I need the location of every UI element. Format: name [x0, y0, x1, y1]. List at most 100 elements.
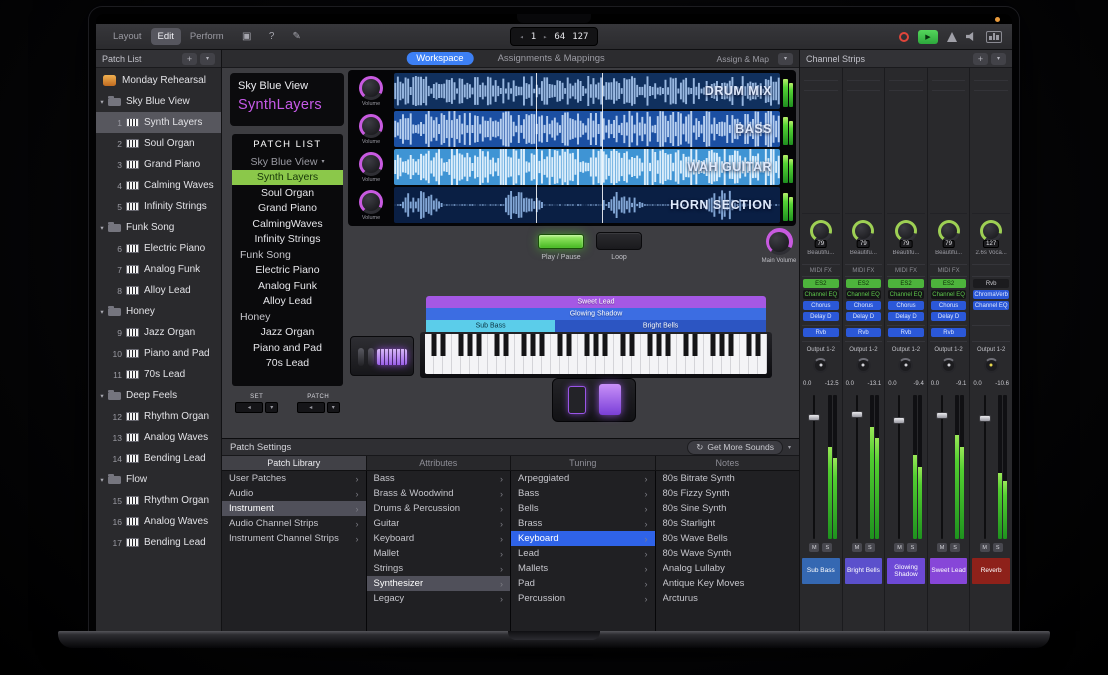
main-volume-knob[interactable] [766, 228, 793, 255]
workspace-tab[interactable]: Assignments & Mappings [488, 52, 615, 65]
fader-handle[interactable] [936, 412, 948, 419]
solo-button[interactable]: S [993, 543, 1003, 552]
workspace-options-button[interactable]: ▾ [778, 53, 793, 65]
patch-prev-button[interactable]: ◂ [297, 402, 325, 413]
fader-handle[interactable] [893, 417, 905, 424]
patch-list-row[interactable]: ▾ Funk Song [96, 217, 221, 238]
instrument-slot[interactable]: ES2 [803, 279, 839, 288]
disclosure-triangle-icon[interactable]: ▾ [96, 308, 108, 316]
patch-list-row[interactable]: ▾ 1 Synth Layers [96, 112, 221, 133]
fader-handle[interactable] [851, 411, 863, 418]
patch-list-row[interactable]: ▾ 4 Calming Waves [96, 175, 221, 196]
pan-knob[interactable] [984, 358, 999, 373]
library-item[interactable]: Arpeggiated › [511, 471, 655, 486]
patch-settings-tab[interactable]: Notes [656, 456, 800, 470]
main-volume-control[interactable]: Main Volume [752, 228, 799, 264]
patch-list-row[interactable]: ▾ 16 Analog Waves [96, 511, 221, 532]
screen-patch-item[interactable]: Funk Song [232, 247, 343, 263]
library-item[interactable]: Arcturus › [656, 591, 800, 606]
strip-knob[interactable] [895, 220, 917, 242]
mute-button[interactable]: M [894, 543, 904, 552]
workspace-tab[interactable]: Workspace [406, 52, 473, 65]
audio-fx-slot-eq[interactable]: Channel EQ [888, 290, 924, 299]
patch-settings-tab[interactable]: Patch Library [222, 456, 367, 470]
layer-bright-bells[interactable]: Bright Bells [555, 320, 766, 332]
library-item[interactable]: Brass & Woodwind › [367, 486, 511, 501]
waveform[interactable]: DRUM MIX [394, 73, 780, 109]
waveform[interactable]: WAH GUITAR [394, 149, 780, 185]
mode-button[interactable]: Layout [106, 28, 149, 45]
audio-fx-slot-1[interactable]: Chorus [931, 301, 967, 310]
patch-list-row[interactable]: ▾ 5 Infinity Strings [96, 196, 221, 217]
patch-list-row[interactable]: ▾ 3 Grand Piano [96, 154, 221, 175]
screen-patch-item[interactable]: Electric Piano [232, 263, 343, 279]
channel-strips-action-menu[interactable]: ▾ [991, 53, 1006, 65]
audio-fx-slot-2[interactable]: Delay D [888, 312, 924, 321]
screen-patch-item[interactable]: Analog Funk [232, 278, 343, 294]
patch-settings-options-button[interactable]: ▾ [788, 444, 791, 451]
library-item[interactable]: 80s Starlight › [656, 516, 800, 531]
strip-knob[interactable] [980, 220, 1002, 242]
instrument-slot[interactable]: ES2 [888, 279, 924, 288]
library-item[interactable]: 80s Wave Bells › [656, 531, 800, 546]
strip-name-label[interactable]: Bright Bells [845, 558, 883, 584]
library-item[interactable]: Analog Lullaby › [656, 561, 800, 576]
output-slot[interactable]: Output 1-2 [845, 345, 883, 355]
patch-settings-tab[interactable]: Tuning [511, 456, 656, 470]
patch-list-row[interactable]: ▾ 10 Piano and Pad [96, 343, 221, 364]
fader-handle[interactable] [979, 415, 991, 422]
patch-list-row[interactable]: ▾ Deep Feels [96, 385, 221, 406]
solo-button[interactable]: S [907, 543, 917, 552]
disclosure-triangle-icon[interactable]: ▾ [96, 224, 108, 232]
strip-name-label[interactable]: Glowing Shadow [887, 558, 925, 584]
solo-button[interactable]: S [865, 543, 875, 552]
strip-setting-name[interactable]: Beautifu... [802, 250, 840, 260]
set-prev-button[interactable]: ◂ [235, 402, 263, 413]
play-button[interactable]: ▶ [918, 30, 938, 44]
pan-knob[interactable] [941, 358, 956, 373]
mute-button[interactable]: M [937, 543, 947, 552]
instrument-slot[interactable]: ES2 [846, 279, 882, 288]
library-item[interactable]: Mallets › [511, 561, 655, 576]
library-item[interactable]: Keyboard › [367, 531, 511, 546]
display-icon[interactable]: ▣ [238, 29, 256, 45]
pedal-right[interactable] [599, 384, 621, 415]
master-mute-icon[interactable] [966, 32, 977, 41]
channel-strip[interactable]: 79 Beautifu... MIDI FX ES2 Channel EQ Ch… [885, 68, 928, 631]
pan-knob[interactable] [856, 358, 871, 373]
piano-black-keys[interactable] [425, 334, 767, 356]
output-slot[interactable]: Output 1-2 [930, 345, 968, 355]
screen-patch-item[interactable]: Alloy Lead [232, 294, 343, 310]
audio-fx-slot-eq[interactable]: Channel EQ [803, 290, 839, 299]
layer-sweet-lead[interactable]: Sweet Lead [426, 296, 766, 308]
patch-list-row[interactable]: ▾ 8 Alloy Lead [96, 280, 221, 301]
library-item[interactable]: Audio › [222, 486, 366, 501]
patch-list-row[interactable]: ▾ Honey [96, 301, 221, 322]
screen-patch-item[interactable]: Honey [232, 309, 343, 325]
piano-white-keys[interactable] [425, 334, 767, 374]
edit-pencil-icon[interactable]: ✎ [288, 29, 306, 45]
screen-patch-item[interactable]: Piano and Pad [232, 340, 343, 356]
waveform[interactable]: HORN SECTION [394, 187, 780, 223]
library-item[interactable]: Strings › [367, 561, 511, 576]
play-pause-button[interactable] [538, 234, 584, 249]
mute-button[interactable]: M [852, 543, 862, 552]
audio-fx-slot-1[interactable]: Chorus [803, 301, 839, 310]
screen-patch-item[interactable]: CalmingWaves [232, 216, 343, 232]
library-item[interactable]: Brass › [511, 516, 655, 531]
library-item[interactable]: Lead › [511, 546, 655, 561]
library-item[interactable]: Drums & Percussion › [367, 501, 511, 516]
library-item[interactable]: Audio Channel Strips › [222, 516, 366, 531]
strip-setting-name[interactable]: Beautifu... [845, 250, 883, 260]
screen-patch-item[interactable]: Grand Piano [232, 201, 343, 217]
patch-list-row[interactable]: ▾ 11 70s Lead [96, 364, 221, 385]
piano-keyboard[interactable] [420, 332, 772, 378]
output-slot[interactable]: Output 1-2 [802, 345, 840, 355]
library-item[interactable]: 80s Wave Synth › [656, 546, 800, 561]
patch-settings-tab[interactable]: Attributes [367, 456, 512, 470]
screen-patch-item[interactable]: Infinity Strings [232, 232, 343, 248]
output-slot[interactable]: Output 1-2 [887, 345, 925, 355]
channel-strip[interactable]: 79 Beautifu... MIDI FX ES2 Channel EQ Ch… [928, 68, 971, 631]
assign-map-button[interactable]: Assign & Map [717, 54, 769, 64]
send-slot[interactable]: Rvb [931, 328, 967, 337]
